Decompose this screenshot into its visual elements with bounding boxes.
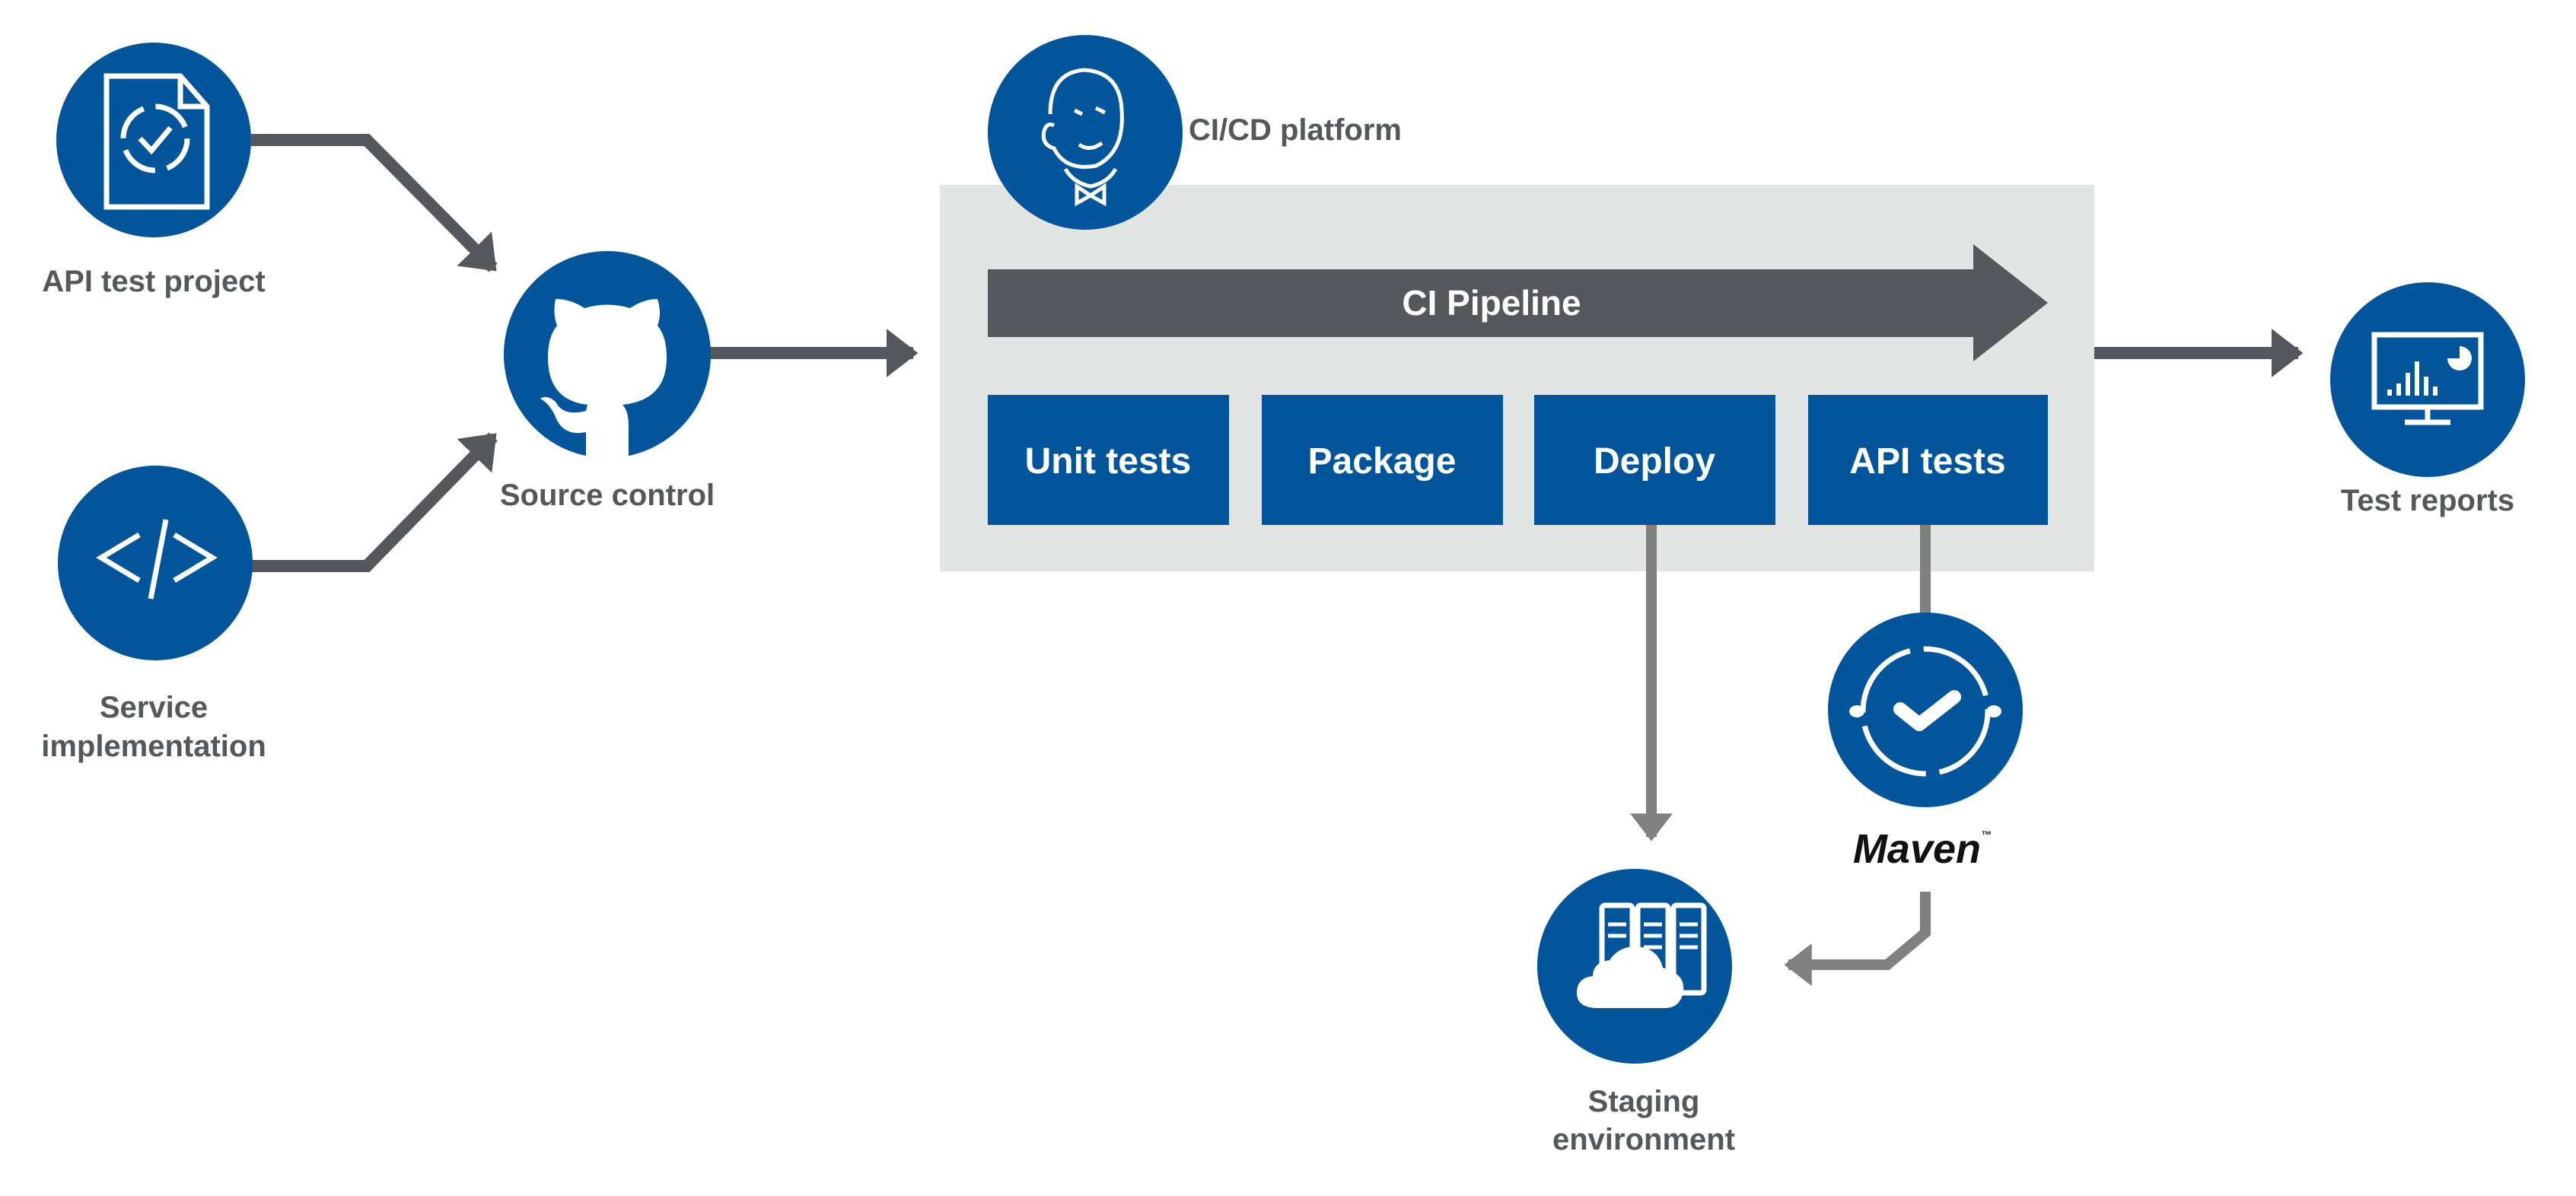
maven-logo: Maven™ (1853, 826, 1992, 872)
node-test-reports: Test reports (2330, 282, 2525, 517)
node-maven: Maven™ (1828, 612, 2023, 872)
node-source-control: Source control (500, 251, 715, 512)
node-label: Source control (500, 479, 715, 512)
stage-package: Package (1262, 395, 1503, 525)
stage-api-tests: API tests (1808, 395, 2048, 525)
node-label: implementation (41, 730, 266, 763)
stage-deploy: Deploy (1534, 395, 1775, 525)
node-staging-environment: Staging environment (1537, 869, 1735, 1156)
arrow-service-to-source (251, 432, 498, 572)
pipeline-title: CI Pipeline (1402, 283, 1581, 323)
stage-label: Deploy (1594, 441, 1715, 482)
node-label: environment (1552, 1123, 1735, 1156)
node-label: Service (100, 691, 208, 724)
stage-unit-tests: Unit tests (988, 395, 1229, 525)
node-label: CI/CD platform (1189, 113, 1402, 147)
node-api-test-project: API test project (42, 43, 266, 298)
node-label: Test reports (2341, 484, 2514, 517)
node-service-implementation: Service implementation (41, 466, 266, 763)
stage-label: Unit tests (1025, 441, 1192, 482)
stage-label: Package (1308, 441, 1457, 482)
arrow-api-project-to-source (251, 134, 498, 272)
node-label: Staging (1588, 1085, 1700, 1118)
stage-label: API tests (1849, 441, 2005, 482)
connector-maven-to-staging (1784, 892, 1931, 986)
ci-diagram: CI Pipeline Unit tests Package Deploy AP… (41, 35, 2525, 1156)
node-label: API test project (42, 265, 265, 298)
